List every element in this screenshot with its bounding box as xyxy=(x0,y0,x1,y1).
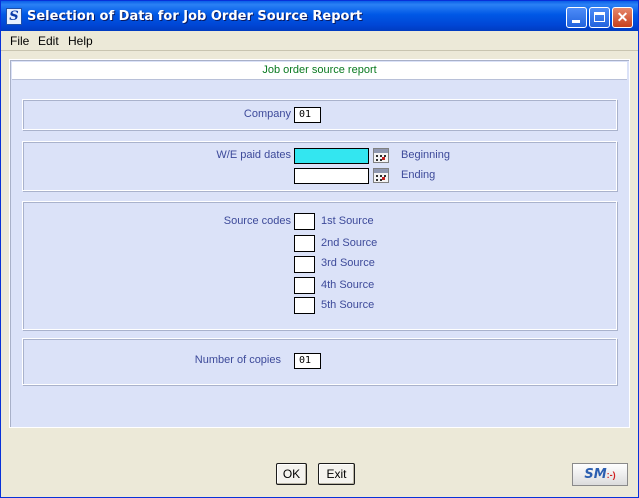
source-4-field[interactable] xyxy=(294,277,315,294)
we-paid-dates-label: W/E paid dates xyxy=(216,149,291,161)
source-codes-group: Source codes 1st Source 2nd Source 3rd S… xyxy=(22,201,617,330)
source-4-label: 4th Source xyxy=(321,279,375,291)
minimize-icon xyxy=(572,20,580,23)
copies-field[interactable]: 01 xyxy=(294,353,321,369)
ok-button[interactable]: OK xyxy=(276,463,307,485)
source-codes-label: Source codes xyxy=(223,215,291,227)
title-bar[interactable]: S Selection of Data for Job Order Source… xyxy=(1,1,638,31)
source-5-label: 5th Source xyxy=(321,299,375,311)
calendar-icon[interactable] xyxy=(373,168,389,183)
exit-button[interactable]: Exit xyxy=(318,463,355,485)
company-group: Company 01 xyxy=(22,99,617,130)
minimize-button[interactable] xyxy=(566,7,587,28)
beginning-date-field[interactable] xyxy=(294,148,369,164)
menu-help[interactable]: Help xyxy=(68,34,93,48)
source-2-label: 2nd Source xyxy=(321,237,378,249)
report-panel: Job order source report Company 01 W/E p… xyxy=(9,59,630,428)
smiley-icon: :-) xyxy=(606,470,616,480)
ending-date-field[interactable] xyxy=(294,168,369,184)
source-5-field[interactable] xyxy=(294,297,315,314)
sm-logo-button[interactable]: SM:-) xyxy=(572,463,628,486)
menu-bar: File Edit Help xyxy=(1,31,638,51)
source-3-field[interactable] xyxy=(294,256,315,273)
maximize-icon xyxy=(594,12,605,22)
source-1-field[interactable] xyxy=(294,213,315,230)
copies-group: Number of copies 01 xyxy=(22,338,617,385)
menu-edit[interactable]: Edit xyxy=(38,34,59,48)
source-2-field[interactable] xyxy=(294,235,315,252)
calendar-icon[interactable] xyxy=(373,148,389,163)
we-paid-dates-group: W/E paid dates Beginning Ending xyxy=(22,141,617,191)
close-button[interactable]: ✕ xyxy=(612,7,633,28)
ending-label: Ending xyxy=(401,169,436,181)
copies-label: Number of copies xyxy=(194,354,281,366)
report-title-banner: Job order source report xyxy=(12,62,627,80)
beginning-label: Beginning xyxy=(401,149,450,161)
source-1-label: 1st Source xyxy=(321,215,374,227)
app-icon[interactable]: S xyxy=(6,8,22,25)
close-icon: ✕ xyxy=(616,9,629,25)
menu-file[interactable]: File xyxy=(10,34,29,48)
maximize-button[interactable] xyxy=(589,7,610,28)
report-window: S Selection of Data for Job Order Source… xyxy=(0,0,639,498)
sm-logo: SM xyxy=(584,467,607,482)
window-title: Selection of Data for Job Order Source R… xyxy=(27,9,363,24)
company-field[interactable]: 01 xyxy=(294,107,321,123)
company-label: Company xyxy=(243,108,291,120)
source-3-label: 3rd Source xyxy=(321,257,375,269)
